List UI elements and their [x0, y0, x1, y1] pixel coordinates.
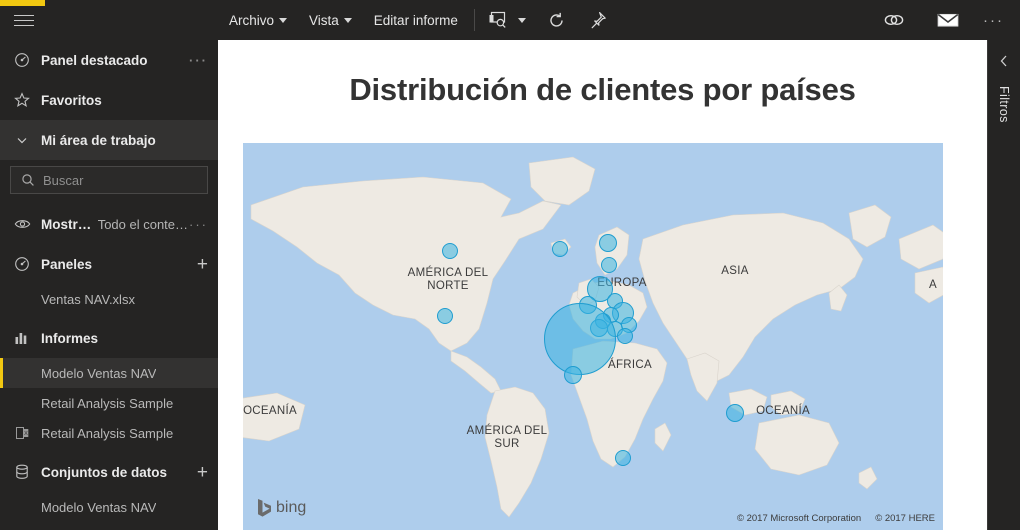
menu-archivo-label: Archivo — [229, 12, 275, 28]
button-editar-informe-label: Editar informe — [373, 12, 458, 28]
database-icon — [12, 463, 32, 481]
hamburger-icon[interactable] — [14, 14, 34, 27]
list-item-label: Retail Analysis Sample — [41, 395, 174, 411]
map-bubble[interactable] — [615, 450, 631, 466]
search-container — [0, 160, 218, 204]
chevron-left-icon[interactable] — [998, 54, 1010, 72]
page-title: Distribución de clientes por países — [349, 72, 856, 107]
refresh-button[interactable] — [536, 0, 577, 40]
bing-logo[interactable]: bing — [256, 498, 306, 518]
sidebar-item-panel-destacado[interactable]: Panel destacado ··· — [0, 40, 218, 80]
toolbar-divider — [473, 9, 475, 31]
sidebar-section-paneles[interactable]: Paneles + — [0, 244, 218, 284]
more-options-button[interactable]: ··· — [975, 0, 1020, 40]
list-item-label: Ventas NAV.xlsx — [41, 291, 135, 307]
map-bubble[interactable] — [599, 234, 617, 252]
map-bubble[interactable] — [442, 243, 458, 259]
eye-icon — [12, 215, 32, 233]
list-item-retail-analysis-sample-dataset[interactable]: Retail Analysis Sample — [0, 522, 218, 530]
left-navigation-pane: Panel destacado ··· Favoritos Mi área de… — [0, 0, 218, 530]
mostrar-value: Todo el conten... — [97, 216, 189, 232]
section-title: Paneles — [41, 256, 93, 272]
map-bubble[interactable] — [552, 241, 568, 257]
mostrar-label: Mostrar: — [41, 216, 93, 232]
list-item-retail-analysis-sample-report[interactable]: Retail Analysis Sample — [0, 388, 218, 418]
spacer-icon — [12, 394, 32, 412]
add-panel-button[interactable]: + — [197, 255, 208, 274]
sidebar-section-informes[interactable]: Informes — [0, 318, 218, 358]
panel-destacado-overflow-icon[interactable]: ··· — [189, 54, 208, 67]
sidebar-item-favoritos[interactable]: Favoritos — [0, 80, 218, 120]
list-item-ventas-nav-xlsx[interactable]: Ventas NAV.xlsx — [0, 284, 218, 314]
section-title: Informes — [41, 330, 99, 346]
bing-wordmark: bing — [276, 499, 307, 516]
map-bubble[interactable] — [437, 308, 453, 324]
report-toolbar: Archivo Vista Editar informe ··· — [218, 0, 1020, 40]
chevron-down-icon — [12, 131, 32, 149]
sidebar-item-mi-area-de-trabajo[interactable]: Mi área de trabajo — [0, 120, 218, 160]
star-icon — [12, 91, 32, 109]
menu-archivo[interactable]: Archivo — [218, 0, 298, 40]
report-canvas: Distribución de clientes por países AMÉR… — [218, 40, 987, 530]
section-title: Conjuntos de datos — [41, 464, 167, 480]
brand-accent-stripe — [0, 0, 45, 6]
pin-icon — [589, 11, 607, 29]
credit-here: © 2017 HERE — [875, 513, 935, 524]
sidebar-item-label: Panel destacado — [41, 52, 148, 68]
power-bi-report-page: Panel destacado ··· Favoritos Mi área de… — [0, 0, 1020, 530]
search-input[interactable] — [43, 172, 199, 188]
explore-report-button[interactable] — [480, 0, 514, 40]
nav-collapse-row — [0, 0, 218, 40]
explore-report-icon — [488, 11, 508, 29]
list-item-retail-analysis-sample-excel[interactable]: X Retail Analysis Sample — [0, 418, 218, 448]
map-bubble[interactable] — [601, 257, 617, 273]
map-attribution: © 2017 Microsoft Corporation © 2017 HERE — [737, 513, 935, 524]
map-bubble[interactable] — [564, 366, 582, 384]
explore-report-dropdown[interactable] — [514, 0, 536, 40]
search-box[interactable] — [10, 166, 208, 194]
refresh-icon — [548, 12, 565, 29]
pin-button[interactable] — [577, 0, 619, 40]
spacer-icon — [12, 364, 32, 382]
filters-pane-label: Filtros — [997, 86, 1011, 123]
list-item-label: Modelo Ventas NAV — [41, 499, 157, 515]
dashboard-gauge-icon — [12, 255, 32, 273]
mail-icon — [937, 12, 959, 28]
mostrar-overflow-icon[interactable]: ··· — [189, 218, 208, 231]
sidebar-item-label: Mi área de trabajo — [41, 132, 156, 148]
spacer-icon — [12, 498, 32, 516]
chevron-down-icon — [517, 17, 526, 23]
bing-mark-icon — [258, 499, 271, 517]
list-item-modelo-ventas-nav-dataset[interactable]: Modelo Ventas NAV — [0, 492, 218, 522]
credit-microsoft: © 2017 Microsoft Corporation — [736, 513, 862, 524]
menu-vista[interactable]: Vista — [298, 0, 363, 40]
list-item-label: Retail Analysis Sample — [41, 425, 174, 441]
button-editar-informe[interactable]: Editar informe — [363, 0, 469, 40]
spacer-icon — [12, 290, 32, 308]
more-options-icon: ··· — [983, 11, 1004, 29]
chevron-down-icon — [343, 17, 352, 23]
share-link-icon — [883, 12, 905, 28]
share-link-button[interactable] — [867, 0, 921, 40]
svg-text:X: X — [24, 431, 28, 437]
excel-icon: X — [12, 424, 32, 442]
menu-vista-label: Vista — [309, 12, 339, 28]
search-icon — [19, 171, 37, 189]
filters-pane: Filtros — [987, 40, 1020, 530]
mail-button[interactable] — [921, 0, 975, 40]
map-bubble[interactable] — [544, 303, 616, 375]
map-bubble[interactable] — [617, 328, 633, 344]
bar-chart-icon — [12, 329, 32, 347]
sidebar-item-label: Favoritos — [41, 92, 102, 108]
map-bubble[interactable] — [726, 404, 744, 422]
bubble-map-visual[interactable]: AMÉRICA DEL NORTE AMÉRICA DEL SUR ÁFRICA… — [243, 143, 943, 530]
list-item-modelo-ventas-nav-report[interactable]: Modelo Ventas NAV — [0, 358, 218, 388]
dashboard-gauge-icon — [12, 51, 32, 69]
chevron-down-icon — [279, 17, 288, 23]
list-item-label: Modelo Ventas NAV — [41, 365, 157, 381]
sidebar-filter-mostrar[interactable]: Mostrar: Todo el conten... ··· — [0, 204, 218, 244]
add-dataset-button[interactable]: + — [197, 463, 208, 482]
sidebar-section-conjuntos-de-datos[interactable]: Conjuntos de datos + — [0, 452, 218, 492]
